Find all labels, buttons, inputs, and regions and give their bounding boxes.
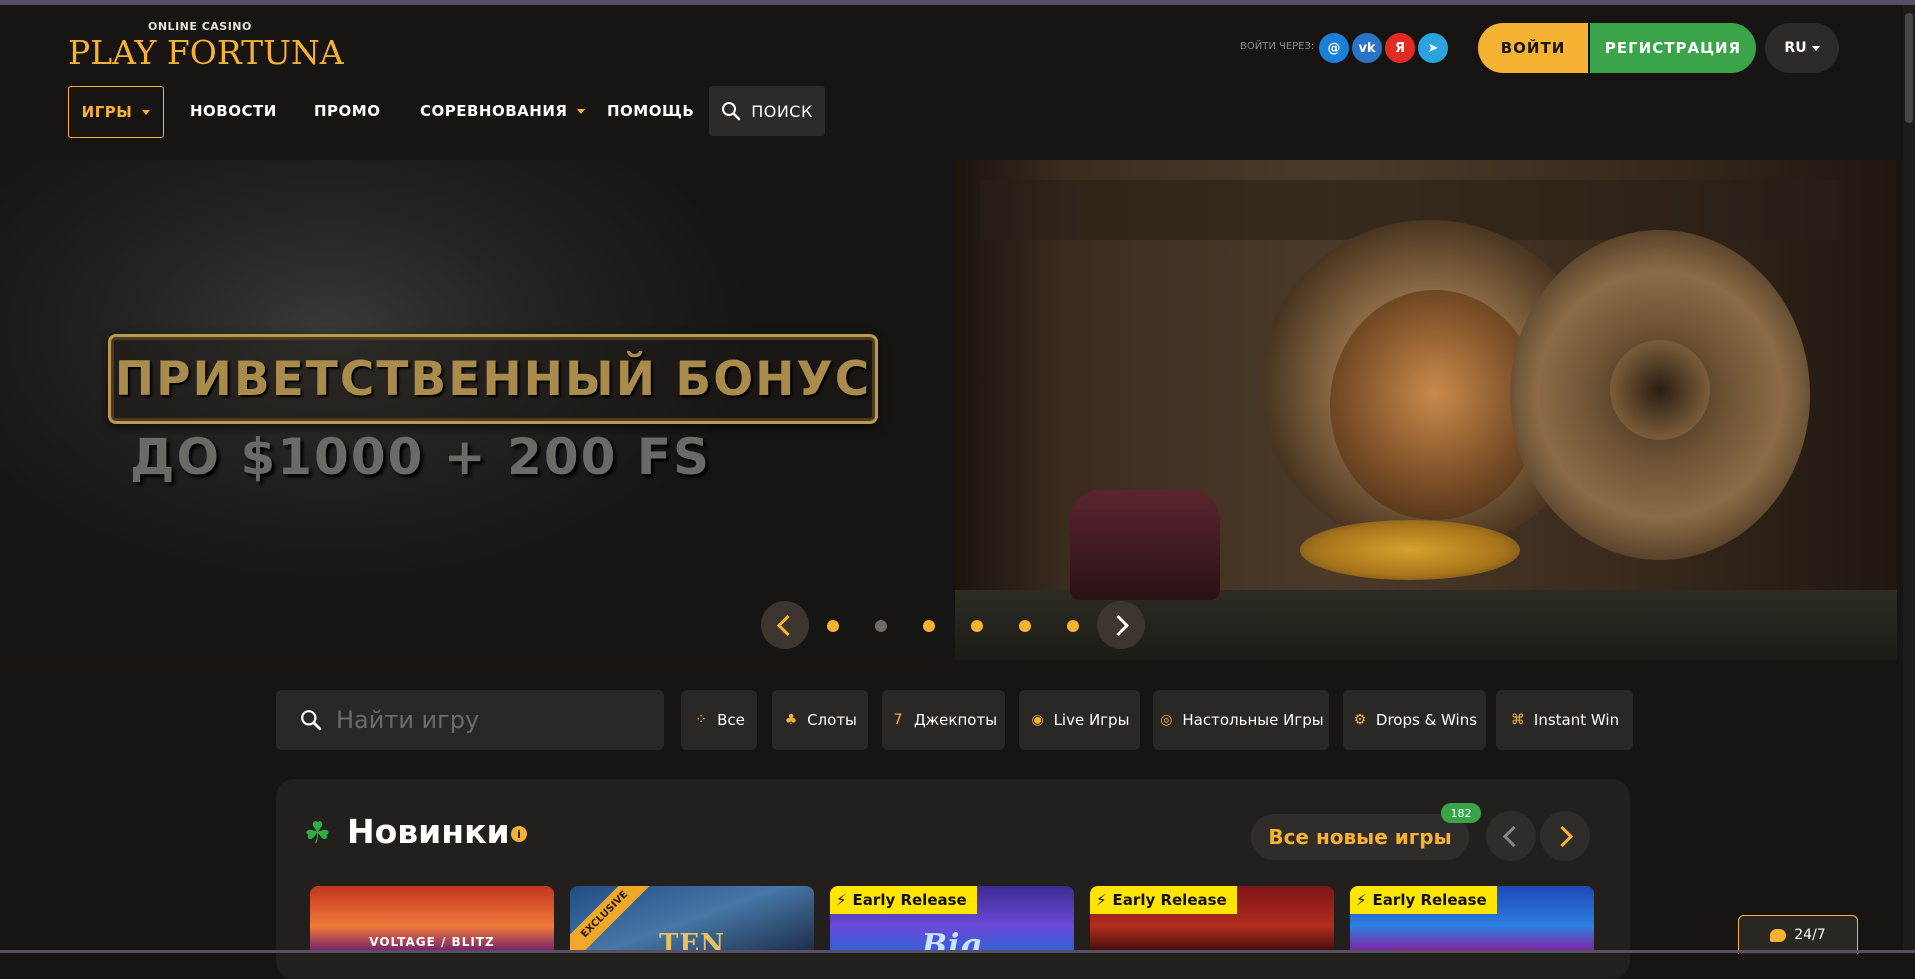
mail-icon[interactable]: @ xyxy=(1319,33,1349,63)
vault-chair xyxy=(1070,490,1220,600)
game-tile-title: VOLTAGE / BLITZ xyxy=(369,935,495,949)
nav-games[interactable]: ИГРЫ xyxy=(68,86,164,138)
language-label: RU xyxy=(1784,40,1807,56)
early-release-label: Early Release xyxy=(1112,891,1227,909)
search-icon xyxy=(722,102,741,121)
hero-banner[interactable]: ПРИВЕТСТВЕННЫЙ БОНУС ДО $1000 + 200 FS xyxy=(0,160,1897,660)
chevron-down-icon xyxy=(1811,45,1820,51)
support-chat-button[interactable]: 24/7 xyxy=(1738,915,1858,954)
nav-help[interactable]: ПОМОЩЬ xyxy=(607,86,694,136)
chip-icon: ◎ xyxy=(1160,712,1173,728)
scrollbar-thumb[interactable] xyxy=(1905,13,1913,123)
chevron-left-icon xyxy=(776,614,799,636)
category-label: Джекпоты xyxy=(913,711,998,729)
category-label: Instant Win xyxy=(1533,711,1620,729)
category-cherry[interactable]: ♣ Слоты xyxy=(772,690,868,750)
category-label: Live Игры xyxy=(1053,711,1130,729)
window-top-border xyxy=(0,0,1915,5)
early-release-label: Early Release xyxy=(852,891,967,909)
chat-icon xyxy=(1770,928,1787,942)
section-title: Новинки xyxy=(347,812,510,851)
category-jackpot[interactable]: 7 Джекпоты xyxy=(882,690,1005,750)
social-login-label: ВОЙТИ ЧЕРЕЗ: xyxy=(1240,41,1315,52)
scrollbar[interactable] xyxy=(1903,5,1915,953)
slider-dot[interactable] xyxy=(971,620,983,632)
jackpot-icon: 7 xyxy=(893,712,903,728)
early-release-badge: ⚡ Early Release xyxy=(1090,886,1237,914)
telegram-icon[interactable]: ➤ xyxy=(1418,33,1448,63)
gold-coins xyxy=(1300,520,1520,580)
category-label: Drops & Wins xyxy=(1375,711,1478,729)
early-release-badge: ⚡ Early Release xyxy=(1350,886,1497,914)
slider-dot[interactable] xyxy=(827,620,839,632)
game-search-box[interactable] xyxy=(276,690,664,750)
game-tile[interactable]: ⚡ Early Release Big xyxy=(830,886,1074,953)
early-release-label: Early Release xyxy=(1372,891,1487,909)
category-all[interactable]: ⁘ Все xyxy=(681,690,757,750)
nav-competitions[interactable]: СОРЕВНОВАНИЯ xyxy=(420,86,586,136)
category-live[interactable]: ◉ Live Игры xyxy=(1019,690,1140,750)
category-label: Настольные Игры xyxy=(1182,711,1324,729)
cherry-icon: ♣ xyxy=(784,712,798,728)
section-next-button[interactable] xyxy=(1540,811,1590,861)
category-label: Слоты xyxy=(807,711,857,729)
chevron-right-icon xyxy=(1551,825,1574,847)
section-prev-button[interactable] xyxy=(1486,811,1536,861)
bonus-title-frame: ПРИВЕТСТВЕННЫЙ БОНУС xyxy=(108,334,878,424)
vk-icon[interactable]: vk xyxy=(1352,33,1382,63)
live-icon: ◉ xyxy=(1031,712,1044,728)
support-label: 24/7 xyxy=(1794,927,1826,943)
new-games-count-badge: 182 xyxy=(1441,803,1481,823)
nav-competitions-label: СОРЕВНОВАНИЯ xyxy=(420,102,568,120)
nav-search-button[interactable]: ПОИСК xyxy=(709,86,825,136)
lightning-icon: ⚡ xyxy=(1096,891,1107,909)
slider-dot[interactable] xyxy=(923,620,935,632)
drops-icon: ⚙ xyxy=(1353,712,1367,728)
vault-interior xyxy=(1330,290,1540,520)
nav-search-label: ПОИСК xyxy=(751,101,813,121)
category-label: Все xyxy=(717,711,745,729)
game-tile[interactable]: ⚡ Early Release xyxy=(1090,886,1334,953)
clover-icon: ☘ xyxy=(304,816,331,851)
game-search-input[interactable] xyxy=(334,705,638,735)
category-chip[interactable]: ◎ Настольные Игры xyxy=(1153,690,1329,750)
slider-dot[interactable] xyxy=(1019,620,1031,632)
slider-prev-button[interactable] xyxy=(761,601,809,649)
chevron-left-icon xyxy=(1502,825,1525,847)
bonus-subtitle: ДО $1000 + 200 FS xyxy=(130,428,712,486)
logo-subtitle: ONLINE CASINO xyxy=(148,20,252,33)
login-button[interactable]: ВОЙТИ xyxy=(1478,23,1588,73)
slider-next-button[interactable] xyxy=(1097,601,1145,649)
chevron-down-icon xyxy=(577,108,586,114)
register-button[interactable]: РЕГИСТРАЦИЯ xyxy=(1590,23,1756,73)
nav-games-label: ИГРЫ xyxy=(81,103,133,121)
vault-door-hub xyxy=(1610,340,1710,440)
site-logo[interactable]: PLAY FORTUNA xyxy=(68,33,344,73)
all-icon: ⁘ xyxy=(695,712,707,728)
search-icon xyxy=(301,710,322,731)
lightning-icon: ⚡ xyxy=(836,891,847,909)
slider-dot[interactable] xyxy=(875,620,887,632)
language-selector[interactable]: RU xyxy=(1765,23,1839,73)
slider-dot[interactable] xyxy=(1067,620,1079,632)
gamepad-icon: ⌘ xyxy=(1510,712,1525,728)
info-icon[interactable]: i xyxy=(511,826,527,842)
chevron-down-icon xyxy=(142,109,151,115)
category-gamepad[interactable]: ⌘ Instant Win xyxy=(1496,690,1633,750)
category-drops[interactable]: ⚙ Drops & Wins xyxy=(1343,690,1486,750)
lightning-icon: ⚡ xyxy=(1356,891,1367,909)
nav-news[interactable]: НОВОСТИ xyxy=(190,86,277,136)
chevron-right-icon xyxy=(1107,614,1130,636)
nav-promo[interactable]: ПРОМО xyxy=(314,86,380,136)
bonus-title: ПРИВЕТСТВЕННЫЙ БОНУС xyxy=(114,351,872,407)
game-tile[interactable]: VOLTAGE / BLITZ xyxy=(310,886,554,953)
yandex-icon[interactable]: Я xyxy=(1385,33,1415,63)
game-tile[interactable]: EXCLUSIVE TEN xyxy=(570,886,814,953)
early-release-badge: ⚡ Early Release xyxy=(830,886,977,914)
all-new-games-button[interactable]: Все новые игры xyxy=(1251,814,1469,860)
game-tile[interactable]: ⚡ Early Release xyxy=(1350,886,1594,953)
